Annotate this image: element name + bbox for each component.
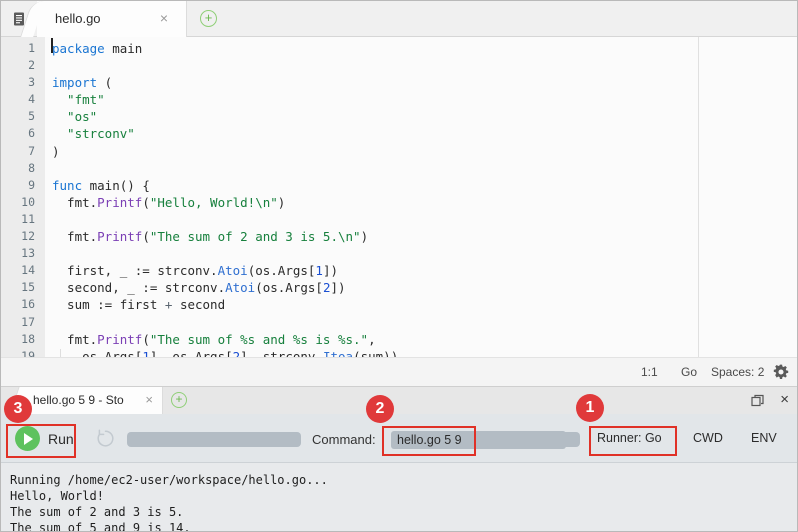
line-number: 12 [1, 228, 35, 245]
run-button[interactable]: Run [15, 426, 74, 451]
code-line-text: "strconv" [52, 125, 135, 142]
code-line: 2 [1, 57, 798, 74]
line-number: 4 [1, 91, 35, 108]
code-line-text: fmt.Printf("Hello, World!\n") [52, 194, 285, 211]
code-line: 1 package main [1, 40, 798, 57]
line-number: 13 [1, 245, 35, 262]
code-line: 11 [1, 211, 798, 228]
editor-tab-bar: hello.go × + [1, 1, 798, 37]
line-number: 14 [1, 262, 35, 279]
line-number: 7 [1, 143, 35, 160]
new-tab-plus-icon[interactable]: + [200, 10, 217, 27]
code-line-text: sum := first + second [52, 296, 225, 313]
code-line: 15 second, _ := strconv.Atoi(os.Args[2]) [1, 279, 798, 296]
code-content[interactable]: 1package main23import (4 "fmt"5 "os"6 "s… [1, 40, 798, 357]
restart-icon[interactable] [95, 428, 116, 449]
code-line-text: fmt.Printf("The sum of 2 and 3 is 5.\n") [52, 228, 368, 245]
cwd-button[interactable]: CWD [693, 431, 723, 445]
editor-tab-hello-go[interactable]: hello.go × [37, 1, 187, 37]
code-line: 8 [1, 160, 798, 177]
code-line-text: fmt.Printf("The sum of %s and %s is %s."… [52, 331, 376, 348]
code-line-text: first, _ := strconv.Atoi(os.Args[1]) [52, 262, 338, 279]
line-number: 16 [1, 296, 35, 313]
terminal-line: The sum of 5 and 9 is 14. [10, 520, 798, 532]
line-number: 8 [1, 160, 35, 177]
code-line-text: second, _ := strconv.Atoi(os.Args[2]) [52, 279, 346, 296]
code-line-text: os.Args[1], os.Args[2], strconv.Itoa(sum… [52, 348, 398, 357]
gear-icon[interactable] [773, 364, 789, 380]
code-line-text: package main [52, 40, 142, 57]
editor-status-bar: 1:1 Go Spaces: 2 [1, 357, 798, 386]
code-line: 19 os.Args[1], os.Args[2], strconv.Itoa(… [1, 348, 798, 357]
code-line: 18 fmt.Printf("The sum of %s and %s is %… [1, 331, 798, 348]
env-button[interactable]: ENV [751, 431, 777, 445]
annotation-badge-2: 2 [366, 395, 394, 423]
line-number: 19 [1, 348, 35, 357]
indent-setting[interactable]: Spaces: 2 [711, 365, 764, 379]
language-mode[interactable]: Go [681, 365, 697, 379]
terminal-line: Hello, World! [10, 488, 798, 504]
terminal-output[interactable]: Running /home/ec2-user/workspace/hello.g… [1, 463, 798, 531]
line-number: 11 [1, 211, 35, 228]
runner-selector-button[interactable]: Runner: Go [597, 431, 662, 445]
line-number: 15 [1, 279, 35, 296]
maximize-panel-icon[interactable] [751, 394, 765, 408]
close-icon[interactable]: × [160, 10, 168, 26]
terminal-line: The sum of 2 and 3 is 5. [10, 504, 798, 520]
code-line: 5 "os" [1, 108, 798, 125]
line-number: 5 [1, 108, 35, 125]
code-line: 6 "strconv" [1, 125, 798, 142]
terminal-line: Running /home/ec2-user/workspace/hello.g… [10, 472, 798, 488]
code-line: 10 fmt.Printf("Hello, World!\n") [1, 194, 798, 211]
line-number: 1 [1, 40, 35, 57]
console-tab-label: hello.go 5 9 - Sto [33, 393, 124, 407]
runner-placeholder-bar-left [127, 432, 301, 447]
line-number: 3 [1, 74, 35, 91]
code-line: 4 "fmt" [1, 91, 798, 108]
runner-toolbar: Run Command: Runner: Go CWD ENV [1, 414, 798, 463]
line-number: 18 [1, 331, 35, 348]
code-line: 17 [1, 314, 798, 331]
code-line-text: "fmt" [52, 91, 105, 108]
code-line: 14 first, _ := strconv.Atoi(os.Args[1]) [1, 262, 798, 279]
code-line-text: ) [52, 143, 60, 160]
command-label: Command: [312, 432, 376, 447]
new-console-tab-plus-icon[interactable]: + [171, 392, 187, 408]
play-icon [15, 426, 40, 451]
annotation-badge-1: 1 [576, 394, 604, 422]
line-number: 9 [1, 177, 35, 194]
cloud9-ide-window: hello.go × + 1package main23import (4 "f… [0, 0, 798, 532]
line-number: 10 [1, 194, 35, 211]
code-line-text: func main() { [52, 177, 150, 194]
indent-guide [60, 349, 61, 357]
console-tab-hello-go[interactable]: hello.go 5 9 - Sto × [23, 387, 163, 415]
code-editor[interactable]: 1package main23import (4 "fmt"5 "os"6 "s… [1, 37, 798, 357]
runner-placeholder-bar-right [485, 432, 580, 447]
line-number: 6 [1, 125, 35, 142]
console-tab-bar: hello.go 5 9 - Sto × + × [1, 386, 798, 414]
cursor-position[interactable]: 1:1 [641, 365, 658, 379]
code-line-text: import ( [52, 74, 112, 91]
code-line: 16 sum := first + second [1, 296, 798, 313]
code-line: 9 func main() { [1, 177, 798, 194]
line-number: 2 [1, 57, 35, 74]
close-icon[interactable]: × [145, 392, 153, 407]
code-line: 13 [1, 245, 798, 262]
code-line-text: "os" [52, 108, 97, 125]
close-panel-icon[interactable]: × [780, 391, 789, 409]
code-line: 12 fmt.Printf("The sum of 2 and 3 is 5.\… [1, 228, 798, 245]
line-number: 17 [1, 314, 35, 331]
run-button-label: Run [48, 431, 74, 447]
code-line: 3 import ( [1, 74, 798, 91]
editor-tab-label: hello.go [55, 11, 101, 26]
code-line: 7) [1, 143, 798, 160]
annotation-badge-3: 3 [4, 395, 32, 423]
